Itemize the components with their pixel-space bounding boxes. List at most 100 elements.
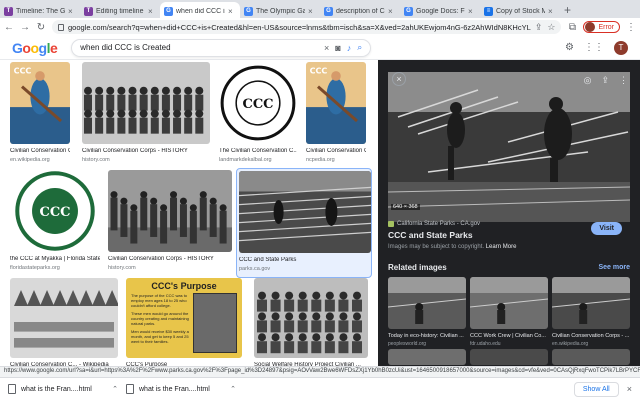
result-title[interactable]: CCC and State Parks [239, 257, 371, 263]
share-icon[interactable]: ⇪ [535, 22, 543, 33]
result-title[interactable]: The Civilian Conservation C... [219, 148, 297, 154]
show-all-downloads-button[interactable]: Show All [573, 381, 619, 397]
bookmark-star-icon[interactable]: ☆ [547, 22, 555, 33]
chevron-up-icon[interactable]: ⌃ [112, 385, 118, 393]
file-icon [126, 384, 134, 394]
reload-icon[interactable]: ↻ [36, 22, 46, 33]
result-source: history.com [108, 265, 136, 271]
result-source: en.wikipedia.org [10, 157, 50, 163]
timeline-favicon: T [84, 6, 93, 16]
timeline-favicon: T [4, 6, 13, 16]
microphone-icon[interactable]: ♪ [347, 43, 352, 53]
lens-icon[interactable]: ◎ [584, 75, 592, 86]
image-result[interactable]: Civilian Conservation Corps - HISTORY his… [106, 168, 234, 278]
search-icon[interactable]: ⌕ [357, 42, 362, 53]
google-favicon: G [324, 6, 333, 16]
image-result[interactable]: CCC Civilian Conservation C... ncpedia.org [304, 60, 368, 170]
forward-icon[interactable]: → [20, 22, 30, 33]
apps-grid-icon[interactable]: ⋮⋮ [584, 42, 604, 53]
new-tab-button[interactable]: + [564, 3, 571, 17]
related-title[interactable]: Today in eco-history: Civilian ... [388, 333, 466, 339]
chevron-up-icon[interactable]: ⌃ [230, 385, 236, 393]
close-tab-icon[interactable]: × [468, 7, 476, 16]
google-logo[interactable]: Google [12, 40, 58, 56]
result-thumbnail[interactable] [108, 170, 232, 252]
close-tab-icon[interactable]: × [148, 7, 156, 16]
share-preview-icon[interactable]: ⇪ [601, 75, 609, 86]
result-thumbnail[interactable]: CCC [219, 62, 297, 144]
copyright-notice: Images may be subject to copyright. Lear… [388, 244, 516, 250]
tab-title: Editing timeline grea [96, 7, 145, 15]
close-tab-icon[interactable]: × [228, 7, 236, 16]
result-source: floridastateparks.org [10, 265, 60, 271]
close-tab-icon[interactable]: × [308, 7, 316, 16]
account-avatar[interactable]: T [614, 40, 628, 55]
result-title[interactable]: Civilian Conservation C... [10, 148, 70, 154]
related-title[interactable]: CCC Work Crew | Civilian Co... [470, 333, 548, 339]
result-title[interactable]: Civilian Conservation C... [306, 148, 366, 154]
related-thumbnail[interactable] [552, 277, 630, 329]
purpose-photo [193, 293, 237, 353]
profile-error-chip[interactable]: Error [583, 21, 620, 33]
browser-menu-icon[interactable]: ⋮ [626, 22, 636, 33]
result-source: parks.ca.gov [239, 266, 271, 272]
image-result[interactable]: CCC and State Parks parks.ca.gov [236, 168, 372, 278]
result-thumbnail[interactable]: CCC [10, 62, 70, 144]
close-tab-icon[interactable]: × [388, 7, 396, 16]
close-preview-icon[interactable]: × [392, 72, 406, 86]
related-image[interactable]: CCC Work Crew | Civilian Co... fdr.udaho.… [470, 277, 548, 365]
error-label: Error [598, 23, 614, 31]
result-title[interactable]: Civilian Conservation Corps - HISTORY [108, 256, 232, 262]
result-thumbnail[interactable] [239, 171, 371, 253]
tab-title: Timeline: The Great [16, 7, 65, 15]
image-preview-panel: × ◎ ⇪ ⋮ 640 × 368 California State Parks… [378, 60, 640, 366]
address-bar[interactable]: google.com/search?q=when+did+CCC+is+Crea… [52, 20, 562, 34]
learn-more-link[interactable]: Learn More [486, 244, 517, 250]
result-source: ncpedia.org [306, 157, 335, 163]
image-result[interactable]: CCC Civilian Conservation C... en.wikipedi… [8, 60, 72, 170]
close-downloads-icon[interactable]: × [627, 384, 632, 394]
purpose-bullet: Men would receive $30 weekly a month, an… [131, 329, 189, 344]
result-thumbnail[interactable] [10, 278, 118, 358]
search-input[interactable] [80, 43, 319, 52]
more-options-icon[interactable]: ⋮ [619, 75, 628, 86]
image-result[interactable]: Civilian Conservation Corps - HISTORY his… [80, 60, 212, 170]
extensions-icon[interactable]: ⧉ [567, 22, 577, 33]
related-thumbnail[interactable] [470, 277, 548, 329]
result-thumbnail[interactable]: CCC [10, 170, 100, 252]
visit-button[interactable]: Visit [591, 222, 622, 235]
result-thumbnail[interactable] [254, 278, 368, 358]
see-more-link[interactable]: See more [598, 264, 630, 271]
result-title[interactable]: the CCC at Myakka | Florida State ... [10, 256, 100, 262]
google-header: Google × ◙ ♪ ⌕ ⚙ ⋮⋮ T [0, 36, 640, 60]
related-source: fdr.udaho.edu [470, 341, 501, 347]
clear-icon[interactable]: × [324, 43, 329, 53]
download-item[interactable]: what is the Fran....html ⌃ [8, 384, 118, 394]
image-search-icon[interactable]: ◙ [335, 43, 340, 53]
related-image[interactable]: Today in eco-history: Civilian ... people… [388, 277, 466, 365]
lock-icon [58, 23, 64, 31]
related-image[interactable]: Civilian Conservation Corps - ... en.wiki… [552, 277, 630, 365]
result-title[interactable]: Civilian Conservation Corps - HISTORY [82, 148, 210, 154]
related-thumbnail[interactable] [388, 277, 466, 329]
result-thumbnail[interactable]: CCC [306, 62, 366, 144]
result-thumbnail[interactable] [82, 62, 210, 144]
download-item[interactable]: what is the Fran....html ⌃ [126, 384, 236, 394]
browser-toolbar: ← → ↻ google.com/search?q=when+did+CCC+i… [0, 18, 640, 36]
back-icon[interactable]: ← [4, 22, 14, 33]
preview-image[interactable] [388, 72, 630, 222]
related-source: en.wikipedia.org [552, 341, 589, 347]
image-result[interactable]: CCC the CCC at Myakka | Florida State ...… [8, 168, 102, 278]
related-title[interactable]: Civilian Conservation Corps - ... [552, 333, 630, 339]
settings-gear-icon[interactable]: ⚙ [565, 42, 574, 53]
preview-title[interactable]: CCC and State Parks [388, 230, 473, 240]
image-result[interactable]: CCC's Purpose The purpose of the CCC was … [124, 276, 244, 366]
preview-site[interactable]: California State Parks - CA.gov [388, 221, 480, 227]
image-result[interactable]: CCC The Civilian Conservation C... landmar… [217, 60, 299, 170]
image-result[interactable]: Social Welfare History Project Civilian … [252, 276, 370, 366]
result-thumbnail[interactable]: CCC's Purpose The purpose of the CCC was … [126, 278, 242, 358]
close-tab-icon[interactable]: × [68, 7, 76, 16]
close-tab-icon[interactable]: × [548, 7, 556, 16]
related-images-heading: Related images [388, 263, 447, 272]
image-result[interactable]: Civilian Conservation C... - Wikipedia [8, 276, 120, 366]
